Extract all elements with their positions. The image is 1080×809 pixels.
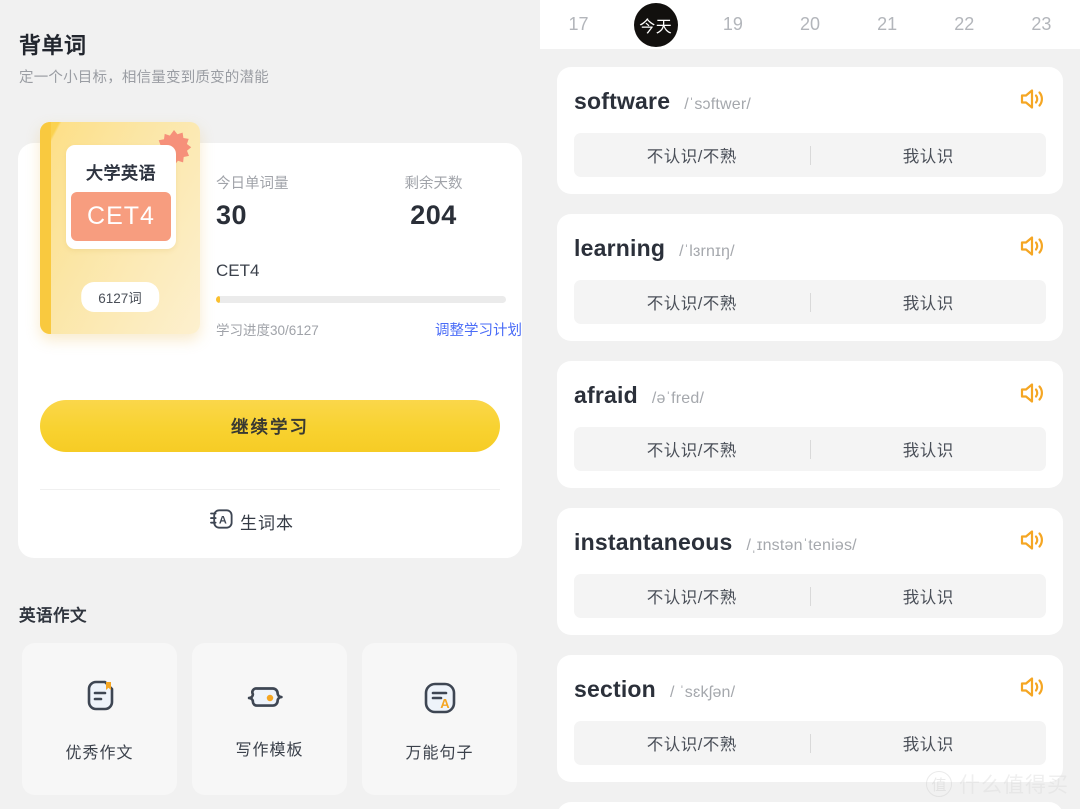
study-progress-fill	[216, 296, 220, 303]
answer-row: 不认识/不熟 我认识	[574, 280, 1046, 324]
word-text: section	[574, 676, 656, 702]
word-card-list: software /ˈsɔftwer/ 不认识/不熟 我认识 learning …	[540, 56, 1080, 809]
word-phonetic: /əˈfred/	[651, 390, 705, 407]
answer-row: 不认识/不熟 我认识	[574, 133, 1046, 177]
date-label: 23	[1031, 14, 1052, 34]
word-card: afraid /əˈfred/ 不认识/不熟 我认识	[557, 361, 1063, 488]
answer-unknown-button[interactable]: 不认识/不熟	[574, 290, 810, 314]
word-card: software /ˈsɔftwer/ 不认识/不熟 我认识	[557, 67, 1063, 194]
word-book-label: 生词本	[240, 514, 294, 533]
word-card: instantaneous /ˌɪnstənˈteniəs/ 不认识/不熟 我认…	[557, 508, 1063, 635]
card-divider	[40, 489, 500, 490]
essay-tile-writing-template[interactable]: 写作模板	[192, 643, 347, 795]
answer-row: 不认识/不熟 我认识	[574, 574, 1046, 618]
book-cover-level: CET4	[71, 192, 171, 241]
word-phonetic: /ˌɪnstənˈteniəs/	[746, 537, 857, 554]
answer-known-button[interactable]: 我认识	[811, 437, 1047, 461]
svg-text:A: A	[219, 515, 227, 527]
answer-unknown-button[interactable]: 不认识/不熟	[574, 584, 810, 608]
word-text: learning	[574, 235, 666, 261]
date-label: 21	[877, 14, 898, 34]
word-book-entry[interactable]: A 生词本	[0, 508, 504, 535]
book-spine	[40, 122, 51, 334]
essay-tile-label: 写作模板	[235, 741, 304, 759]
answer-unknown-button[interactable]: 不认识/不熟	[574, 437, 810, 461]
word-text: instantaneous	[574, 529, 733, 555]
date-cell-17[interactable]: 17	[540, 14, 617, 35]
word-book-icon: A	[210, 508, 234, 535]
study-progress-text: 学习进度30/6127	[216, 323, 319, 338]
essay-tile-universal-sentences[interactable]: A 万能句子	[362, 643, 517, 795]
essay-tile-label: 优秀作文	[65, 744, 134, 762]
page-subtitle: 定一个小目标，相信量变到质变的潜能	[19, 70, 269, 86]
answer-known-button[interactable]: 我认识	[811, 584, 1047, 608]
speaker-icon[interactable]	[1018, 674, 1046, 700]
word-card: section / ˈsɛkʃən/ 不认识/不熟 我认识	[557, 655, 1063, 782]
word-header: afraid /əˈfred/	[574, 382, 1046, 409]
stat-value: 204	[410, 200, 457, 230]
stat-label: 今日单词量	[216, 176, 289, 192]
template-card-icon	[247, 679, 293, 722]
study-stats: 今日单词量 30 剩余天数 204	[216, 172, 506, 231]
app-root: 背单词 定一个小目标，相信量变到质变的潜能 大学英语 CET4 6127词 今日…	[0, 0, 1080, 809]
stat-label: 剩余天数	[404, 176, 463, 192]
document-bookmark-icon	[78, 676, 122, 725]
book-word-count-pill: 6127词	[81, 282, 159, 312]
word-phonetic: / ˈsɛkʃən/	[669, 684, 736, 701]
word-header: learning /ˈlɜrnɪŋ/	[574, 235, 1046, 262]
date-label: 19	[722, 14, 743, 34]
answer-unknown-button[interactable]: 不认识/不熟	[574, 143, 810, 167]
word-card: learning /ˈlɜrnɪŋ/ 不认识/不熟 我认识	[557, 214, 1063, 341]
stat-days-remaining: 剩余天数 204	[361, 172, 506, 231]
date-label: 17	[568, 14, 589, 34]
date-cell-22[interactable]: 22	[926, 14, 1003, 35]
study-progress-bar	[216, 296, 506, 303]
stat-value: 30	[216, 200, 248, 230]
word-card-partial	[557, 802, 1063, 809]
left-panel: 背单词 定一个小目标，相信量变到质变的潜能 大学英语 CET4 6127词 今日…	[0, 0, 540, 809]
vocabulary-book-cover[interactable]: 大学英语 CET4 6127词	[40, 122, 200, 334]
word-phonetic: /ˈlɜrnɪŋ/	[679, 243, 735, 260]
speaker-icon[interactable]	[1018, 86, 1046, 112]
answer-row: 不认识/不熟 我认识	[574, 721, 1046, 765]
word-header: section / ˈsɛkʃən/	[574, 676, 1046, 703]
date-cell-20[interactable]: 20	[771, 14, 848, 35]
right-panel: 17 今天 19 20 21 22 23 software /ˈsɔftwer/…	[540, 0, 1080, 809]
plan-name: CET4	[216, 261, 260, 280]
answer-known-button[interactable]: 我认识	[811, 143, 1047, 167]
answer-known-button[interactable]: 我认识	[811, 290, 1047, 314]
date-label: 22	[954, 14, 975, 34]
answer-row: 不认识/不熟 我认识	[574, 427, 1046, 471]
answer-known-button[interactable]: 我认识	[811, 731, 1047, 755]
sentence-translate-icon: A	[418, 676, 462, 725]
book-cover-inner: 大学英语 CET4	[66, 145, 176, 249]
date-cell-23[interactable]: 23	[1003, 14, 1080, 35]
essay-tile-grid: 优秀作文 写作模板 A 万能句子	[22, 643, 518, 795]
date-selector-strip: 17 今天 19 20 21 22 23	[540, 0, 1080, 49]
stat-today-words: 今日单词量 30	[216, 172, 361, 231]
word-text: afraid	[574, 382, 638, 408]
word-text: software	[574, 88, 671, 114]
continue-study-button[interactable]: 继续学习	[40, 400, 500, 452]
essay-tile-label: 万能句子	[405, 744, 474, 762]
book-cover-title: 大学英语	[86, 163, 156, 183]
word-phonetic: /ˈsɔftwer/	[684, 96, 752, 113]
page-title: 背单词	[19, 33, 87, 58]
essay-section-heading: 英语作文	[19, 607, 87, 625]
date-cell-today[interactable]: 今天	[617, 2, 694, 47]
speaker-icon[interactable]	[1018, 233, 1046, 259]
word-header: instantaneous /ˌɪnstənˈteniəs/	[574, 529, 1046, 556]
date-label: 今天	[633, 2, 678, 47]
date-cell-19[interactable]: 19	[694, 14, 771, 35]
date-label: 20	[799, 14, 820, 34]
date-cell-21[interactable]: 21	[849, 14, 926, 35]
essay-tile-excellent-essays[interactable]: 优秀作文	[22, 643, 177, 795]
speaker-icon[interactable]	[1018, 380, 1046, 406]
word-header: software /ˈsɔftwer/	[574, 88, 1046, 115]
svg-text:A: A	[440, 696, 450, 711]
answer-unknown-button[interactable]: 不认识/不熟	[574, 731, 810, 755]
speaker-icon[interactable]	[1018, 527, 1046, 553]
adjust-study-plan-link[interactable]: 调整学习计划	[435, 319, 522, 340]
